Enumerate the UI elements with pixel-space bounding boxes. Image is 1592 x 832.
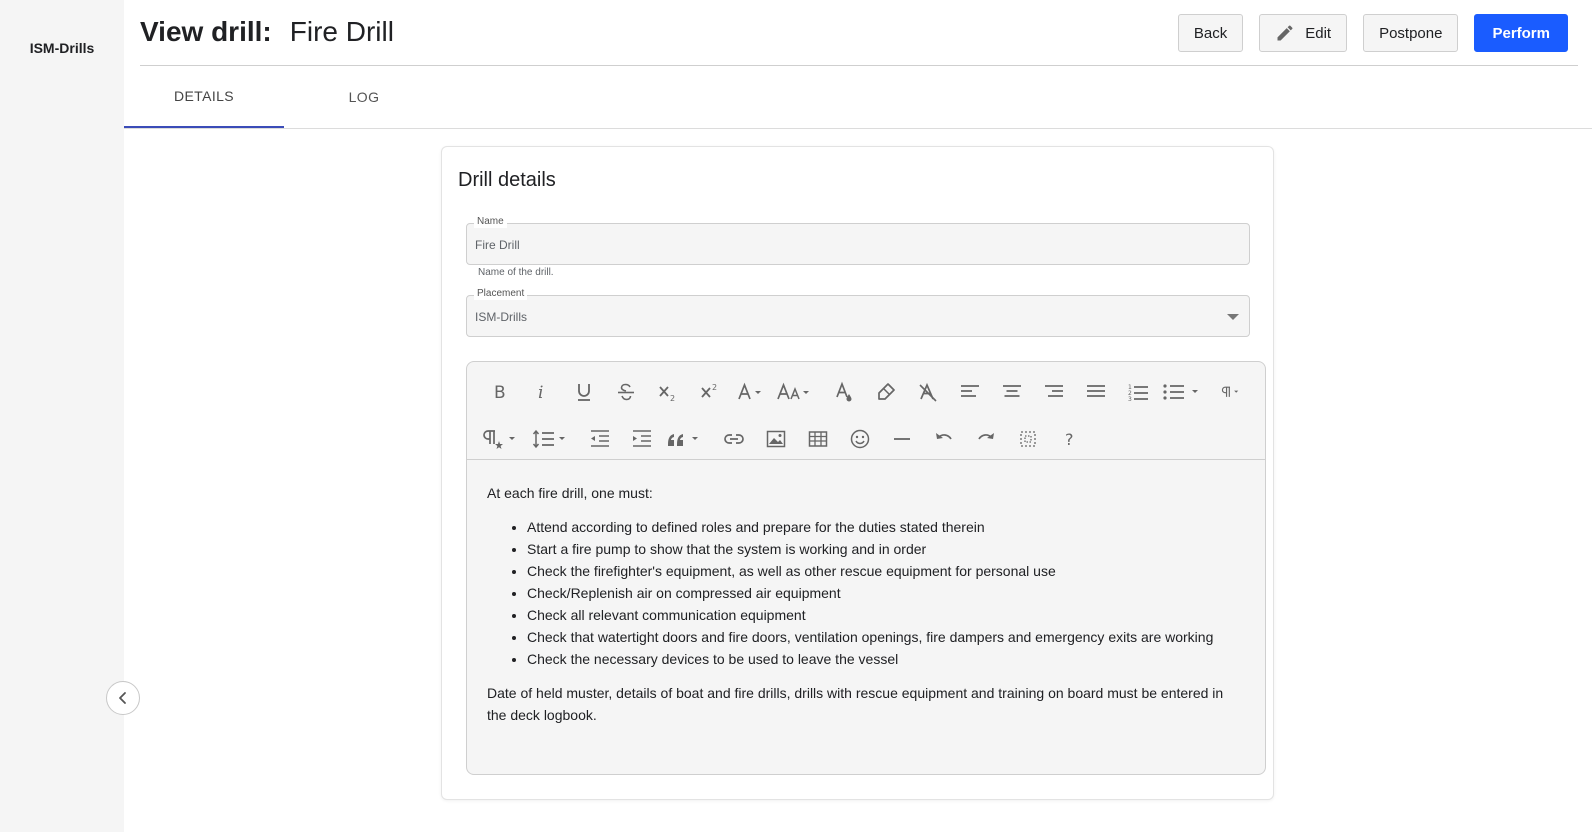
editor-outro: Date of held muster, details of boat and… <box>487 685 1224 723</box>
list-item: Check the necessary devices to be used t… <box>527 648 1245 670</box>
back-button[interactable]: Back <box>1177 14 1244 52</box>
editor-content[interactable]: At each fire drill, one must: Attend acc… <box>467 460 1265 726</box>
postpone-button[interactable]: Postpone <box>1363 14 1459 52</box>
text-color-icon[interactable] <box>823 368 865 415</box>
tab-log[interactable]: LOG <box>284 66 444 128</box>
undo-icon[interactable] <box>923 415 965 462</box>
card-title: Drill details <box>458 169 556 191</box>
list-item: Check that watertight doors and fire doo… <box>527 626 1245 648</box>
unordered-list-icon[interactable] <box>1159 368 1209 415</box>
dropdown-arrow-icon[interactable] <box>1227 314 1239 320</box>
editor-toolbar: B i 2 2 123 ? <box>467 362 1265 460</box>
subscript-icon[interactable]: 2 <box>647 368 689 415</box>
bold-icon[interactable]: B <box>479 368 521 415</box>
editor-intro: At each fire drill, one must: <box>487 485 653 501</box>
edit-button-label: Edit <box>1305 24 1332 42</box>
svg-text:2: 2 <box>712 383 717 392</box>
tab-bar: DETAILS LOG <box>124 66 1592 129</box>
name-helper-text: Name of the drill. <box>478 267 554 278</box>
drill-details-card: Drill details Name Name of the drill. Pl… <box>441 146 1274 800</box>
pencil-icon <box>1277 25 1293 41</box>
quote-icon[interactable] <box>663 415 713 462</box>
collapse-sidebar-button[interactable] <box>106 681 140 715</box>
sidebar: ISM-Drills <box>0 0 140 832</box>
strikethrough-icon[interactable] <box>605 368 647 415</box>
page-title-value: Fire Drill <box>289 16 394 47</box>
chevron-left-icon <box>119 692 126 704</box>
svg-text:2: 2 <box>670 394 675 403</box>
name-input[interactable] <box>475 238 1215 252</box>
font-size-icon[interactable] <box>773 368 823 415</box>
align-center-icon[interactable] <box>991 368 1033 415</box>
horizontal-line-icon[interactable] <box>881 415 923 462</box>
page-header: View drill: Fire Drill Back Edit Postpone… <box>140 0 1578 66</box>
table-icon[interactable] <box>797 415 839 462</box>
help-icon[interactable]: ? <box>1049 415 1091 462</box>
indent-icon[interactable] <box>621 415 663 462</box>
image-icon[interactable] <box>755 415 797 462</box>
list-item: Check all relevant communication equipme… <box>527 604 1245 626</box>
italic-icon[interactable]: i <box>521 368 563 415</box>
page-title-label: View drill: <box>140 16 272 47</box>
drill-steps-list: Attend according to defined roles and pr… <box>487 516 1245 670</box>
paragraph-style-icon[interactable] <box>479 415 529 462</box>
action-buttons: Back Edit Postpone Perform <box>1177 14 1568 52</box>
align-left-icon[interactable] <box>949 368 991 415</box>
page-title: View drill: Fire Drill <box>140 16 394 48</box>
ordered-list-icon[interactable]: 123 <box>1117 368 1159 415</box>
brand-label: ISM-Drills <box>29 40 95 56</box>
underline-icon[interactable] <box>563 368 605 415</box>
list-item: Check/Replenish air on compressed air eq… <box>527 582 1245 604</box>
link-icon[interactable] <box>713 415 755 462</box>
list-item: Start a fire pump to show that the syste… <box>527 538 1245 560</box>
select-all-icon[interactable] <box>1007 415 1049 462</box>
paragraph-format-icon[interactable] <box>1209 368 1251 415</box>
highlight-icon[interactable] <box>865 368 907 415</box>
edit-button[interactable]: Edit <box>1259 14 1348 52</box>
list-item: Attend according to defined roles and pr… <box>527 516 1245 538</box>
name-field-label: Name <box>474 216 507 228</box>
placement-field-label: Placement <box>474 288 528 300</box>
svg-text:B: B <box>494 383 506 403</box>
name-field[interactable]: Name <box>466 216 1250 265</box>
emoticon-icon[interactable] <box>839 415 881 462</box>
tab-details[interactable]: DETAILS <box>124 66 284 128</box>
align-right-icon[interactable] <box>1033 368 1075 415</box>
align-justify-icon[interactable] <box>1075 368 1117 415</box>
font-family-icon[interactable] <box>731 368 773 415</box>
list-item: Check the firefighter's equipment, as we… <box>527 560 1245 582</box>
svg-text:?: ? <box>1065 430 1074 449</box>
redo-icon[interactable] <box>965 415 1007 462</box>
superscript-icon[interactable]: 2 <box>689 368 731 415</box>
line-height-icon[interactable] <box>529 415 579 462</box>
placement-value: ISM-Drills <box>475 310 527 324</box>
svg-text:i: i <box>538 383 543 403</box>
perform-button[interactable]: Perform <box>1474 14 1568 52</box>
svg-text:3: 3 <box>1128 396 1132 403</box>
outdent-icon[interactable] <box>579 415 621 462</box>
rich-text-editor: B i 2 2 123 ? At each fire drill, one mu… <box>466 361 1266 775</box>
clear-format-icon[interactable] <box>907 368 949 415</box>
placement-select[interactable]: Placement ISM-Drills <box>466 288 1250 337</box>
